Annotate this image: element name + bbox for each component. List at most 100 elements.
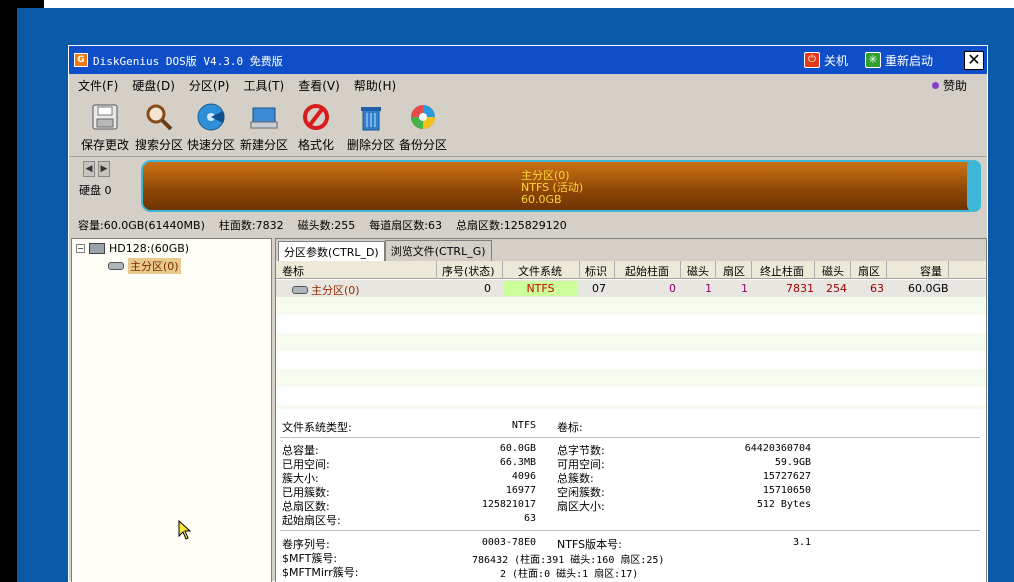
tab-browse-files[interactable]: 浏览文件(CTRL_G) — [384, 240, 492, 261]
detail-value: 125821017 — [481, 499, 536, 510]
title-bar: G DiskGenius DOS版 V4.3.0 免费版 ⏻ 关机 ✳ 重新启动… — [69, 46, 987, 74]
format-icon — [303, 104, 329, 130]
tree-disk-node[interactable]: − HD128:(60GB) — [76, 242, 189, 255]
toolbar: 保存更改 搜索分区 快速分区 新建分区 格式化 删除分区 备份分区 — [69, 98, 987, 154]
row-filesystem: NTFS — [503, 281, 578, 296]
col-end-head[interactable]: 磁头 — [822, 263, 844, 279]
partition-table-header: 卷标 序号(状态) 文件系统 标识 起始柱面 磁头 扇区 终止柱面 磁头 扇区 … — [276, 261, 986, 279]
prev-disk-arrow-icon[interactable]: ◀ — [83, 161, 95, 177]
backup-partition-button[interactable]: 备份分区 — [395, 102, 451, 153]
restart-button[interactable]: ✳ 重新启动 — [865, 51, 933, 69]
row-size: 60.0GB — [908, 282, 949, 295]
menu-help[interactable]: 帮助(H) — [354, 77, 396, 94]
tree-partition-node[interactable]: 主分区(0) — [108, 258, 181, 274]
col-size[interactable]: 容量 — [920, 263, 942, 279]
new-partition-icon — [250, 107, 278, 129]
table-row[interactable]: 主分区(0) 0 NTFS 07 0 1 1 7831 254 63 60.0G… — [276, 280, 986, 297]
tool-label: 快速分区 — [186, 138, 235, 152]
desktop-top-dark — [0, 0, 44, 8]
tool-label: 备份分区 — [398, 138, 447, 152]
serial-value: 0003-78E0 — [481, 537, 536, 548]
col-filesystem[interactable]: 文件系统 — [518, 263, 562, 279]
row-end-sector: 63 — [870, 282, 884, 295]
format-button[interactable]: 格式化 — [288, 102, 344, 153]
save-icon — [92, 104, 118, 130]
row-end-cylinder: 7831 — [786, 282, 814, 295]
menu-tools[interactable]: 工具(T) — [244, 77, 285, 94]
row-index: 0 — [484, 282, 491, 295]
tree-partition-label: 主分区(0) — [128, 258, 181, 274]
disk-sectors-per-track: 每道扇区数:63 — [369, 219, 442, 232]
col-divider — [579, 261, 580, 279]
row-start-sector: 1 — [741, 282, 748, 295]
sponsor-label: 赞助 — [942, 79, 967, 93]
collapse-icon[interactable]: − — [76, 244, 85, 253]
col-divider — [948, 261, 949, 279]
delete-icon — [361, 107, 381, 131]
detail-label: 起始扇区号: — [282, 514, 341, 527]
restart-label: 重新启动 — [885, 53, 934, 68]
disk-tree: − HD128:(60GB) 主分区(0) — [71, 238, 272, 582]
row-start-head: 1 — [705, 282, 712, 295]
mft-value: 786432 (柱面:391 磁头:160 扇区:25) — [472, 555, 665, 566]
menu-file[interactable]: 文件(F) — [78, 77, 118, 94]
detail-label: 扇区大小: — [557, 500, 605, 513]
disk-capacity: 容量:60.0GB(61440MB) — [78, 219, 205, 232]
menu-partition[interactable]: 分区(P) — [189, 77, 230, 94]
disk-label: 硬盘 0 — [79, 184, 112, 197]
col-volume-label[interactable]: 卷标 — [282, 263, 304, 279]
col-id[interactable]: 标识 — [585, 263, 607, 279]
detail-value: 4096 — [511, 471, 536, 482]
detail-value: 59.9GB — [774, 457, 811, 468]
col-start-head[interactable]: 磁头 — [687, 263, 709, 279]
sponsor-link[interactable]: 赞助 — [931, 77, 967, 94]
tool-label: 新建分区 — [239, 138, 288, 152]
col-end-cylinder[interactable]: 终止柱面 — [760, 263, 804, 279]
col-divider — [751, 261, 752, 279]
col-divider — [614, 261, 615, 279]
save-changes-button[interactable]: 保存更改 — [77, 102, 133, 153]
col-divider — [886, 261, 887, 279]
ntfs-version-label: NTFS版本号: — [557, 538, 622, 551]
col-divider — [715, 261, 716, 279]
disk-nav: ◀ ▶ — [83, 161, 110, 177]
backup-icon — [411, 105, 435, 129]
close-button[interactable]: ✕ — [964, 51, 984, 70]
partition-block-cap — [967, 160, 981, 212]
hard-disk-icon — [89, 243, 105, 254]
desktop-top-strip — [0, 0, 1014, 8]
fs-type-value: NTFS — [511, 420, 536, 431]
sponsor-dot-icon — [931, 82, 939, 89]
volume-label-label: 卷标: — [557, 421, 583, 434]
detail-value: 15727627 — [762, 471, 811, 482]
partition-details: 文件系统类型: NTFS 卷标: 总容量: 60.0GB 已用空间: 66.3M… — [276, 411, 986, 582]
col-start-sector[interactable]: 扇区 — [723, 263, 745, 279]
disk-total-sectors: 总扇区数:125829120 — [456, 219, 567, 232]
partition-icon — [292, 286, 308, 294]
delete-partition-button[interactable]: 删除分区 — [343, 102, 399, 153]
new-partition-button[interactable]: 新建分区 — [236, 102, 292, 153]
col-end-sector[interactable]: 扇区 — [858, 263, 880, 279]
window-title: DiskGenius DOS版 V4.3.0 免费版 — [93, 55, 283, 68]
row-start-cylinder: 0 — [669, 282, 676, 295]
disk-cylinders: 柱面数:7832 — [218, 219, 284, 232]
col-index[interactable]: 序号(状态) — [442, 263, 495, 279]
mftmirr-value: 2 (柱面:0 磁头:1 扇区:17) — [500, 569, 639, 580]
next-disk-arrow-icon[interactable]: ▶ — [98, 161, 110, 177]
ntfs-version-value: 3.1 — [792, 537, 811, 548]
tab-partition-params[interactable]: 分区参数(CTRL_D) — [278, 241, 385, 261]
shutdown-button[interactable]: ⏻ 关机 — [804, 51, 848, 69]
partition-block[interactable]: 主分区(0) NTFS (活动) 60.0GB — [141, 160, 981, 212]
detail-value: 64420360704 — [744, 443, 811, 454]
quick-partition-button[interactable]: 快速分区 — [183, 102, 239, 153]
col-divider — [436, 261, 437, 279]
search-partition-button[interactable]: 搜索分区 — [131, 102, 187, 153]
tool-label: 搜索分区 — [134, 138, 183, 152]
partition-block-text: 主分区(0) NTFS (活动) 60.0GB — [521, 170, 583, 206]
menu-view[interactable]: 查看(V) — [298, 77, 340, 94]
col-divider — [850, 261, 851, 279]
row-volume-cell: 主分区(0) — [292, 282, 360, 298]
menu-disk[interactable]: 硬盘(D) — [132, 77, 175, 94]
search-icon — [146, 104, 173, 131]
col-start-cylinder[interactable]: 起始柱面 — [625, 263, 669, 279]
